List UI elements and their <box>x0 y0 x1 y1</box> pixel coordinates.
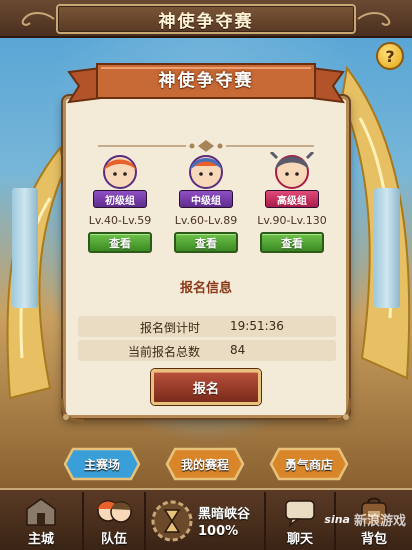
countdown-value: 19:51:36 <box>230 319 284 333</box>
sina-watermark: sina 新浪游戏 <box>324 510 406 529</box>
panel-banner: 神使争夺赛 <box>61 58 351 110</box>
signup-count-row: 当前报名总数 84 <box>78 340 336 361</box>
team-heads-icon <box>97 500 132 523</box>
watermark-text: 新浪游戏 <box>353 514 406 529</box>
corner-ornament-icon <box>60 398 85 423</box>
swirl-ornament-icon <box>21 12 55 26</box>
nav-main-city[interactable]: 主城 <box>0 492 84 550</box>
intermediate-tier-badge: 中级组 <box>179 190 233 208</box>
nav-team-label: 队伍 <box>100 532 127 547</box>
canyon-percent: 100% <box>198 524 239 539</box>
group-advanced: 高级组 Lv.90-Lv.130 查看 <box>256 152 328 260</box>
signup-count-label: 当前报名总数 <box>127 345 200 359</box>
help-button[interactable]: ? <box>376 42 404 70</box>
intermediate-hero-avatar-icon <box>189 155 223 189</box>
advanced-tier-badge: 高级组 <box>265 190 319 208</box>
level-range: Lv.40-Lv.59 <box>88 214 152 227</box>
canyon-name: 黑暗峡谷 <box>198 507 251 522</box>
nav-team[interactable]: 队伍 <box>84 492 146 550</box>
nav-bag-label: 背包 <box>360 532 387 547</box>
junior-hero-avatar-icon <box>103 155 137 189</box>
level-range: Lv.90-Lv.130 <box>257 214 327 227</box>
view-intermediate-button[interactable]: 查看 <box>174 232 238 253</box>
tab-my-schedule-label: 我的赛程 <box>180 457 229 472</box>
nav-chat-label: 聊天 <box>286 532 313 547</box>
group-intermediate: 中级组 Lv.60-Lv.89 查看 <box>170 152 242 260</box>
panel-title: 神使争夺赛 <box>158 71 254 91</box>
countdown-label: 报名倒计时 <box>139 321 200 335</box>
tab-courage-shop[interactable]: 勇气商店 <box>269 447 349 481</box>
castle-icon <box>26 498 56 526</box>
hourglass-gear-icon <box>151 500 193 541</box>
signup-button[interactable]: 报名 <box>151 369 261 405</box>
signup-info-title: 报名信息 <box>179 281 232 296</box>
stone-pillar <box>12 188 38 308</box>
question-icon: ? <box>385 46 395 66</box>
swirl-ornament-icon <box>357 12 391 26</box>
sina-logo: sina <box>324 513 350 526</box>
tab-my-schedule[interactable]: 我的赛程 <box>165 447 245 481</box>
junior-tier-badge: 初级组 <box>93 190 147 208</box>
nav-dark-canyon[interactable]: 黑暗峡谷 100% <box>146 492 266 550</box>
corner-ornament-icon <box>327 398 352 423</box>
stone-pillar <box>374 188 400 308</box>
tab-main-arena-label: 主赛场 <box>83 457 120 472</box>
tab-main-arena[interactable]: 主赛场 <box>63 447 141 481</box>
tab-courage-shop-label: 勇气商店 <box>284 457 333 472</box>
chat-bubble-icon <box>285 500 315 527</box>
title-bar: 神使争夺赛 <box>0 0 412 38</box>
countdown-row: 报名倒计时 19:51:36 <box>78 316 336 337</box>
advanced-hero-avatar-icon <box>269 152 315 189</box>
nav-main-city-label: 主城 <box>27 532 54 547</box>
view-advanced-button[interactable]: 查看 <box>260 232 324 253</box>
level-range: Lv.60-Lv.89 <box>174 214 238 227</box>
signup-count-value: 84 <box>230 343 246 357</box>
group-junior: 初级组 Lv.40-Lv.59 查看 <box>84 152 156 260</box>
page-title: 神使争夺赛 <box>158 11 254 32</box>
view-junior-button[interactable]: 查看 <box>88 232 152 253</box>
title-plate: 神使争夺赛 <box>56 4 356 34</box>
ornament-divider <box>98 140 314 152</box>
